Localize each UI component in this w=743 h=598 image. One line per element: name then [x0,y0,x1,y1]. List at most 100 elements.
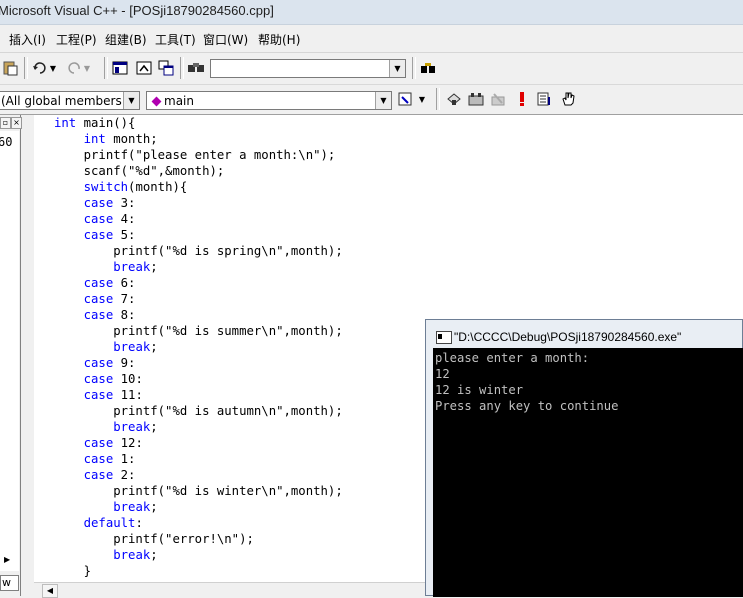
execute-icon[interactable] [512,89,532,109]
chevron-down-icon[interactable]: ▼ [375,92,391,109]
code-text: printf("error!\n"); [54,532,254,546]
code-line[interactable]: break; [54,499,343,515]
code-line[interactable]: case 3: [54,195,343,211]
workspace-tree[interactable]: 60 [0,131,19,571]
code-text: printf("please enter a month:\n"); [54,148,336,162]
menu-window[interactable]: 窗口(W) [203,31,248,48]
code-line[interactable]: printf("%d is winter\n",month); [54,483,343,499]
undo-dropdown-icon[interactable]: ▼ [48,58,58,78]
code-keyword: break [113,500,151,514]
compile-icon[interactable] [444,89,464,109]
menu-build[interactable]: 组建(B) [105,31,147,48]
code-line[interactable]: printf("%d is summer\n",month); [54,323,343,339]
code-text: printf("%d is winter\n",month); [54,484,343,498]
hand-icon[interactable] [558,89,578,109]
code-text: 8: [113,308,136,322]
code-keyword: int [83,132,106,146]
find-in-files-icon[interactable] [186,58,206,78]
code-line[interactable]: printf("please enter a month:\n"); [54,147,343,163]
paste-icon[interactable] [0,58,20,78]
code-line[interactable]: case 2: [54,467,343,483]
scroll-right-icon[interactable]: ▶ [4,555,10,564]
code-text: 10: [113,372,143,386]
code-line[interactable]: int month; [54,131,343,147]
menu-bar: 插入(I) 工程(P) 组建(B) 工具(T) 窗口(W) 帮助(H) [0,25,743,53]
console-window[interactable]: "D:\CCCC\Debug\POSji18790284560.exe" ple… [425,319,743,597]
code-line[interactable]: case 5: [54,227,343,243]
workspace-pane: ▫ × 60 ▶ w [0,115,22,596]
output-window-icon[interactable] [134,58,154,78]
code-line[interactable]: int main(){ [54,115,343,131]
undo-icon[interactable] [30,58,50,78]
code-line[interactable]: case 12: [54,435,343,451]
code-text: 7: [113,292,136,306]
code-text: 11: [113,388,143,402]
menu-project[interactable]: 工程(P) [56,31,97,48]
code-line[interactable]: case 8: [54,307,343,323]
code-text: scanf("%d",&month); [54,164,225,178]
code-line[interactable]: case 6: [54,275,343,291]
wizard-action-dropdown-icon[interactable]: ▼ [416,89,428,109]
code-keyword: case [83,196,114,210]
console-app-icon [436,331,452,344]
find-combo[interactable]: ▼ [210,59,406,78]
menu-tools[interactable]: 工具(T) [155,31,196,48]
code-text: (month){ [128,180,188,194]
code-line[interactable]: case 11: [54,387,343,403]
code-line[interactable]: printf("error!\n"); [54,531,343,547]
code-line[interactable]: break; [54,547,343,563]
console-output-line: 12 is winter [435,383,524,397]
source-code[interactable]: int main(){ int month; printf("please en… [54,115,343,579]
code-line[interactable]: } [54,563,343,579]
build-icon[interactable] [466,89,486,109]
chevron-down-icon[interactable]: ▼ [389,60,405,77]
code-keyword: case [83,372,114,386]
chevron-down-icon[interactable]: ▼ [123,92,139,109]
pane-restore-icon[interactable]: ▫ [0,117,11,129]
code-line[interactable]: switch(month){ [54,179,343,195]
code-line[interactable]: break; [54,419,343,435]
code-line[interactable]: case 4: [54,211,343,227]
menu-insert[interactable]: 插入(I) [9,31,46,48]
code-line[interactable]: case 7: [54,291,343,307]
code-keyword: case [83,212,114,226]
toolbar-separator [436,88,440,110]
menu-help[interactable]: 帮助(H) [258,31,300,48]
window-list-icon[interactable] [156,58,176,78]
code-text: 4: [113,212,136,226]
code-text: month; [105,132,158,146]
code-line[interactable]: printf("%d is autumn\n",month); [54,403,343,419]
wizard-action-icon[interactable] [396,89,416,109]
member-combo[interactable]: main ▼ [146,91,392,110]
code-line[interactable]: case 10: [54,371,343,387]
code-line[interactable]: scanf("%d",&month); [54,163,343,179]
code-text: printf("%d is summer\n",month); [54,324,343,338]
code-line[interactable]: break; [54,259,343,275]
code-keyword: case [83,388,114,402]
code-line[interactable]: case 1: [54,451,343,467]
code-keyword: case [83,356,114,370]
find-binoculars-icon[interactable] [418,58,438,78]
workspace-tab[interactable]: w [0,575,19,591]
go-debug-icon[interactable] [534,89,554,109]
workspace-icon[interactable] [110,58,130,78]
console-output-area[interactable]: please enter a month: 12 12 is winter Press… [433,348,743,597]
scope-combo[interactable]: (All global members ▼ [0,91,140,110]
code-line[interactable]: default: [54,515,343,531]
code-text: 1: [113,452,136,466]
scope-combo-value: (All global members [1,94,122,108]
pane-close-icon[interactable]: × [11,117,22,129]
code-text: 2: [113,468,136,482]
code-line[interactable]: break; [54,339,343,355]
member-icon-wrap: main [151,94,194,108]
horizontal-scrollbar[interactable]: ◀ [34,582,429,598]
redo-dropdown-icon: ▼ [83,63,91,73]
code-line[interactable]: printf("%d is spring\n",month); [54,243,343,259]
code-line[interactable]: case 9: [54,355,343,371]
